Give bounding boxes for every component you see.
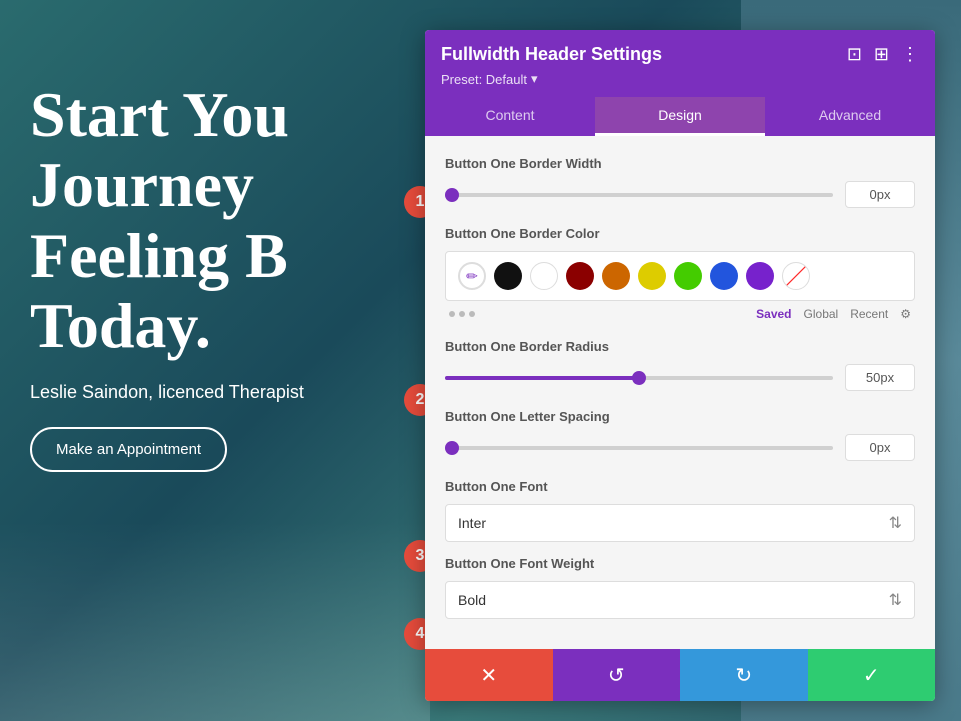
letter-spacing-label: Button One Letter Spacing: [445, 409, 915, 424]
hero-content: Start YouJourneyFeeling BToday. Leslie S…: [30, 80, 304, 472]
border-width-track[interactable]: [445, 193, 833, 197]
color-purple[interactable]: [746, 262, 774, 290]
redo-icon: ↻: [735, 663, 752, 688]
redo-button[interactable]: ↻: [680, 649, 808, 701]
fullscreen-icon[interactable]: ⊡: [847, 44, 862, 65]
action-bar: ✕ ↺ ↻ ✓: [425, 649, 935, 701]
save-icon: ✓: [863, 663, 880, 688]
hero-title: Start YouJourneyFeeling BToday.: [30, 80, 304, 362]
settings-panel: Fullwidth Header Settings ⊡ ⊞ ⋮ Preset: …: [425, 30, 935, 701]
mountain-overlay: [0, 521, 430, 721]
panel-icon-group: ⊡ ⊞ ⋮: [847, 44, 919, 65]
color-dark-red[interactable]: [566, 262, 594, 290]
font-dropdown[interactable]: Inter ⇅: [445, 504, 915, 542]
border-radius-track[interactable]: [445, 376, 833, 380]
preset-chevron: ▾: [531, 71, 538, 87]
panel-title-row: Fullwidth Header Settings ⊡ ⊞ ⋮: [441, 44, 919, 65]
color-tabs: Saved Global Recent ⚙: [445, 307, 915, 321]
preset-selector[interactable]: Preset: Default ▾: [441, 71, 919, 87]
border-radius-slider-row: 50px: [445, 364, 915, 391]
color-dot-3: [469, 311, 475, 317]
appointment-button[interactable]: Make an Appointment: [30, 427, 227, 472]
color-transparent[interactable]: [782, 262, 810, 290]
border-width-thumb[interactable]: [445, 188, 459, 202]
color-tab-global[interactable]: Global: [804, 307, 839, 321]
columns-icon[interactable]: ⊞: [874, 44, 889, 65]
undo-icon: ↺: [608, 663, 625, 688]
font-dropdown-arrow: ⇅: [889, 513, 902, 533]
letter-spacing-thumb[interactable]: [445, 441, 459, 455]
tab-advanced[interactable]: Advanced: [765, 97, 935, 136]
color-dots: [449, 311, 475, 317]
border-radius-value[interactable]: 50px: [845, 364, 915, 391]
color-white[interactable]: [530, 262, 558, 290]
save-button[interactable]: ✓: [808, 649, 936, 701]
border-radius-thumb[interactable]: [632, 371, 646, 385]
font-weight-dropdown-row: Bold ⇅: [445, 581, 915, 619]
undo-button[interactable]: ↺: [553, 649, 681, 701]
color-dot-2: [459, 311, 465, 317]
border-color-section: Button One Border Color ✏: [445, 226, 915, 321]
more-options-icon[interactable]: ⋮: [901, 44, 919, 65]
border-width-label: Button One Border Width: [445, 156, 915, 171]
border-width-value[interactable]: 0px: [845, 181, 915, 208]
hero-subtitle: Leslie Saindon, licenced Therapist: [30, 382, 304, 403]
font-weight-dropdown-arrow: ⇅: [889, 590, 902, 610]
tab-content[interactable]: Content: [425, 97, 595, 136]
border-color-label: Button One Border Color: [445, 226, 915, 241]
font-weight-dropdown[interactable]: Bold ⇅: [445, 581, 915, 619]
border-width-slider-row: 0px: [445, 181, 915, 208]
eyedropper-tool[interactable]: ✏: [458, 262, 486, 290]
color-swatches: ✏: [445, 251, 915, 301]
color-dot-1: [449, 311, 455, 317]
color-green[interactable]: [674, 262, 702, 290]
font-weight-label: Button One Font Weight: [445, 556, 915, 571]
color-yellow[interactable]: [638, 262, 666, 290]
color-tab-recent[interactable]: Recent: [850, 307, 888, 321]
font-label: Button One Font: [445, 479, 915, 494]
border-radius-label: Button One Border Radius: [445, 339, 915, 354]
font-weight-dropdown-value: Bold: [458, 592, 486, 608]
cancel-button[interactable]: ✕: [425, 649, 553, 701]
color-settings-icon[interactable]: ⚙: [900, 307, 911, 321]
preset-label: Preset: Default: [441, 72, 527, 87]
cancel-icon: ✕: [480, 663, 497, 688]
panel-header: Fullwidth Header Settings ⊡ ⊞ ⋮ Preset: …: [425, 30, 935, 97]
letter-spacing-track[interactable]: [445, 446, 833, 450]
font-dropdown-value: Inter: [458, 515, 486, 531]
color-orange[interactable]: [602, 262, 630, 290]
letter-spacing-slider-row: 0px: [445, 434, 915, 461]
color-black[interactable]: [494, 262, 522, 290]
panel-body: Button One Border Width 0px Button One B…: [425, 136, 935, 649]
tab-design[interactable]: Design: [595, 97, 765, 136]
panel-title: Fullwidth Header Settings: [441, 44, 662, 65]
border-radius-fill: [445, 376, 639, 380]
tab-bar: Content Design Advanced: [425, 97, 935, 136]
color-blue[interactable]: [710, 262, 738, 290]
letter-spacing-value[interactable]: 0px: [845, 434, 915, 461]
font-dropdown-row: Inter ⇅: [445, 504, 915, 542]
color-tab-saved[interactable]: Saved: [756, 307, 791, 321]
